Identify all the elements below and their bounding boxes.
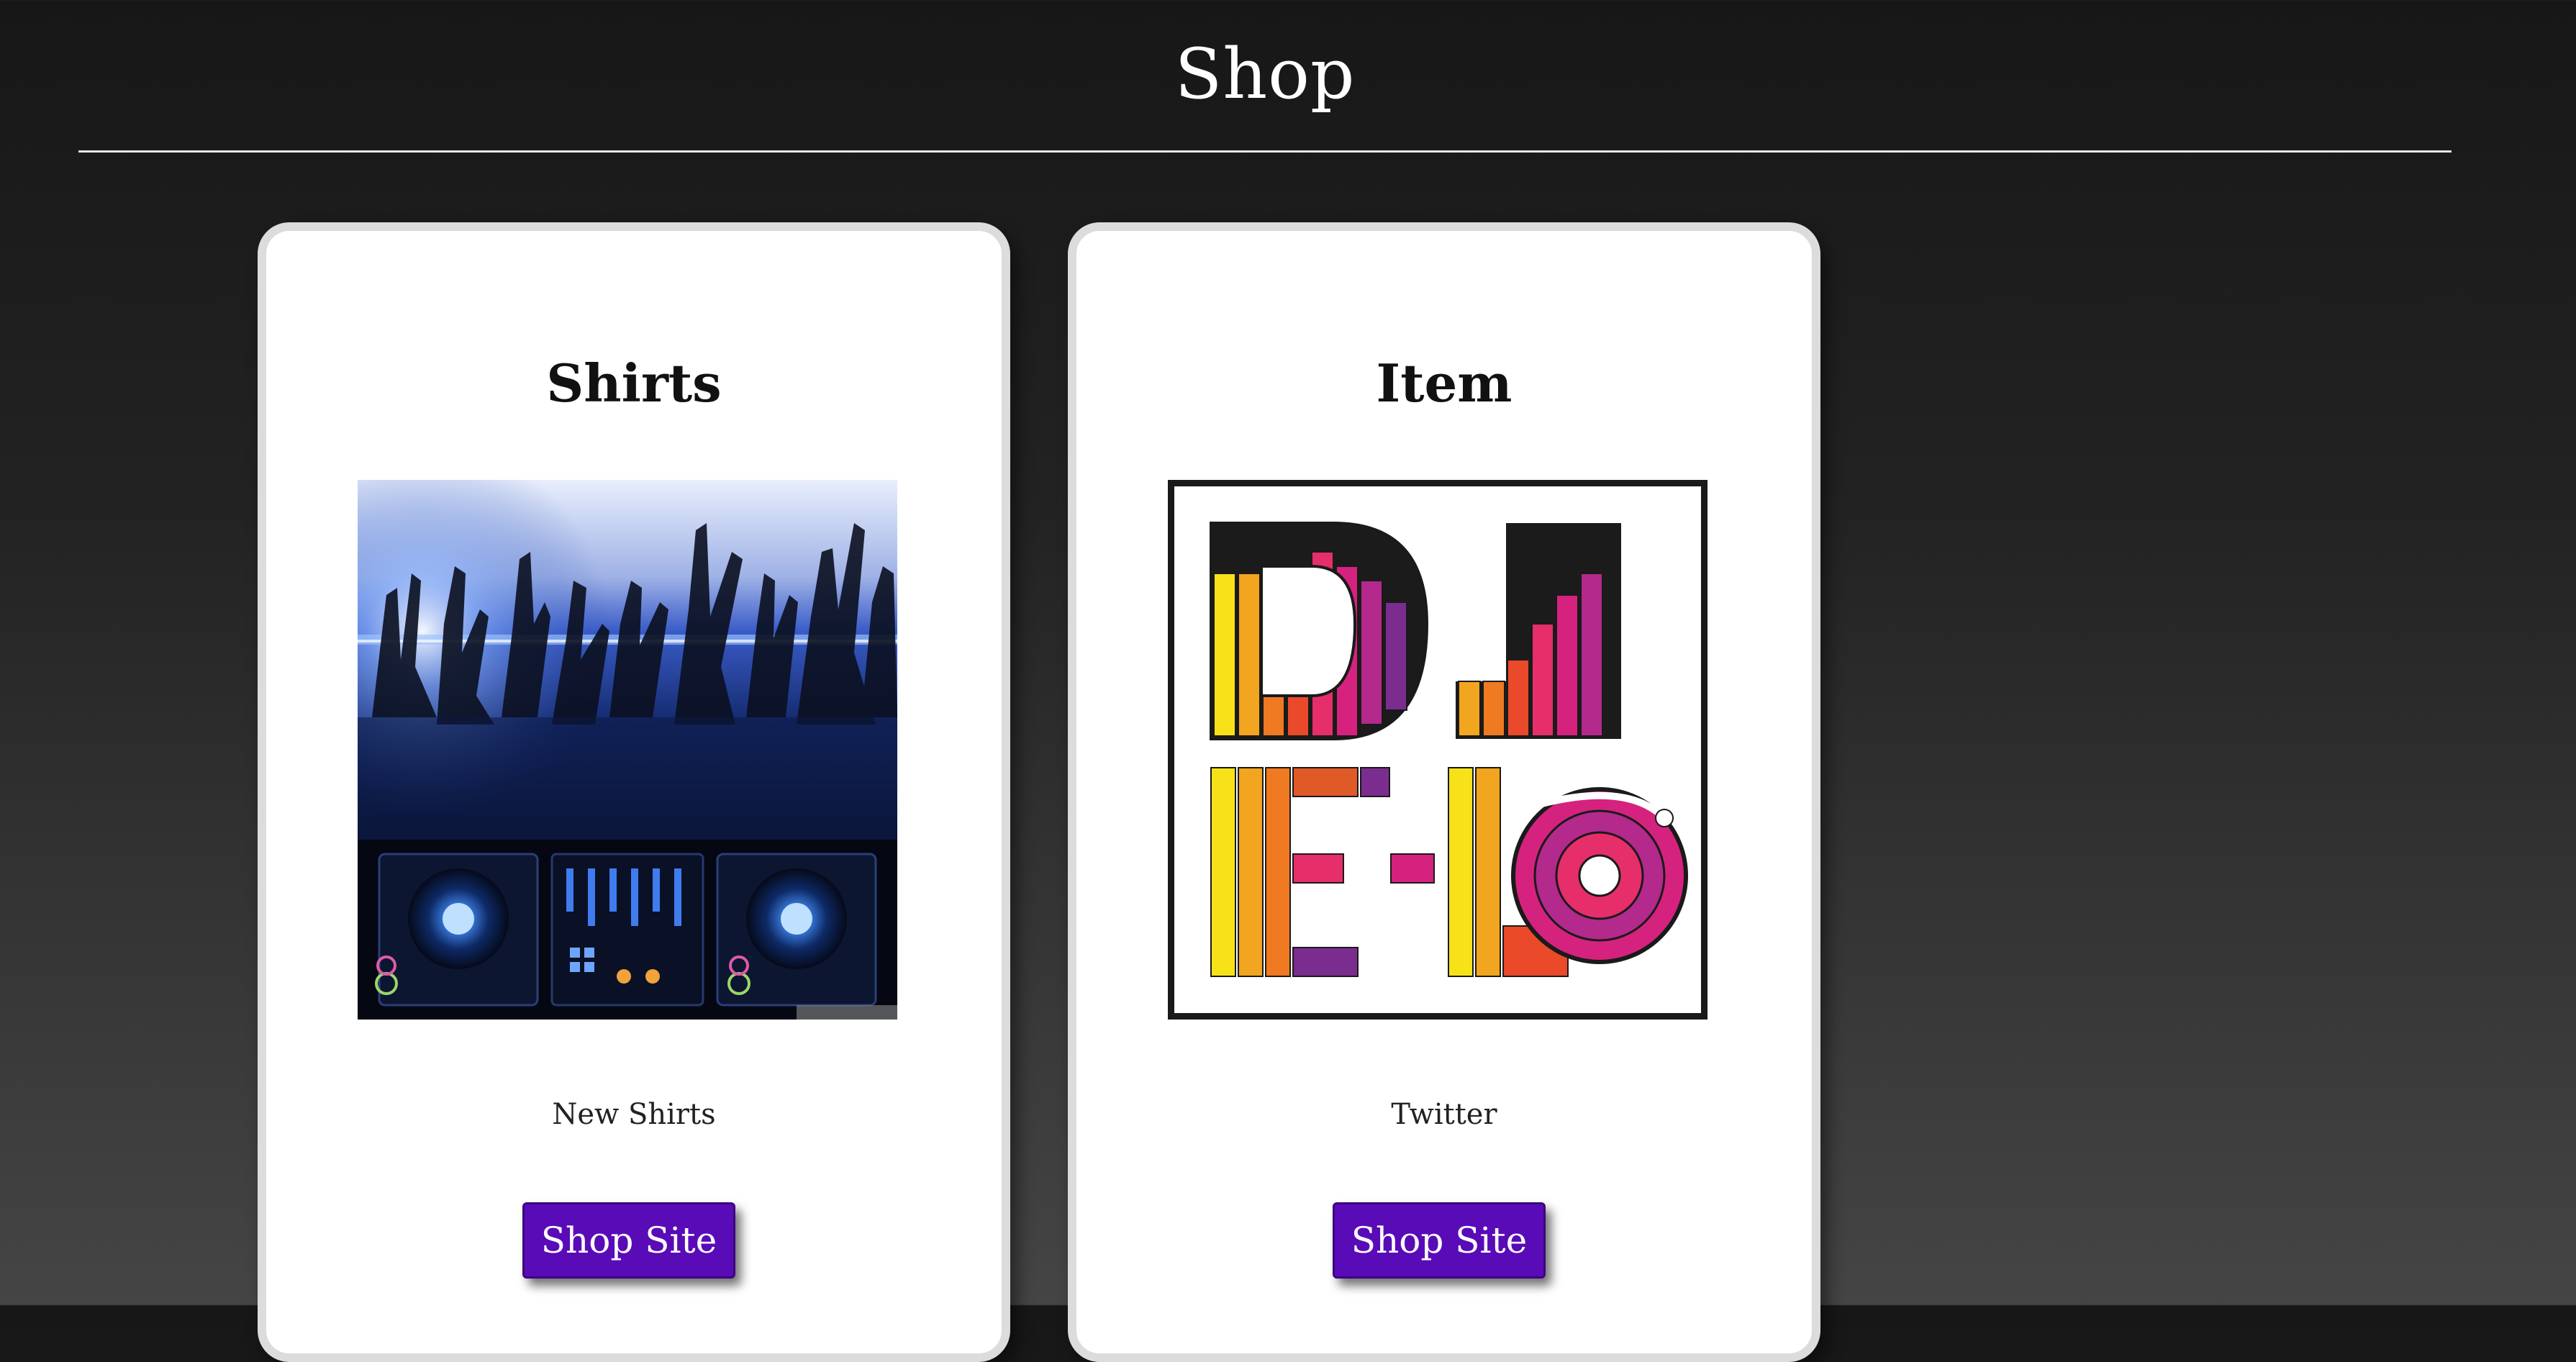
product-card-shirts: Shirts New Shirts Shop Site <box>258 222 1010 1362</box>
page-header: Shop <box>78 0 2452 153</box>
dj-crowd-photo <box>358 480 897 1020</box>
shop-site-button[interactable]: Shop Site <box>1333 1202 1546 1279</box>
card-caption: Twitter <box>1391 1098 1497 1131</box>
product-card-item: Item Twitter Shop Site <box>1068 222 1820 1362</box>
shop-site-button[interactable]: Shop Site <box>522 1202 735 1279</box>
page-title: Shop <box>1174 34 1356 114</box>
card-title: Item <box>1376 353 1513 414</box>
dj-elo-logo <box>1168 480 1707 1020</box>
card-title: Shirts <box>546 353 722 414</box>
card-caption: New Shirts <box>552 1098 716 1131</box>
